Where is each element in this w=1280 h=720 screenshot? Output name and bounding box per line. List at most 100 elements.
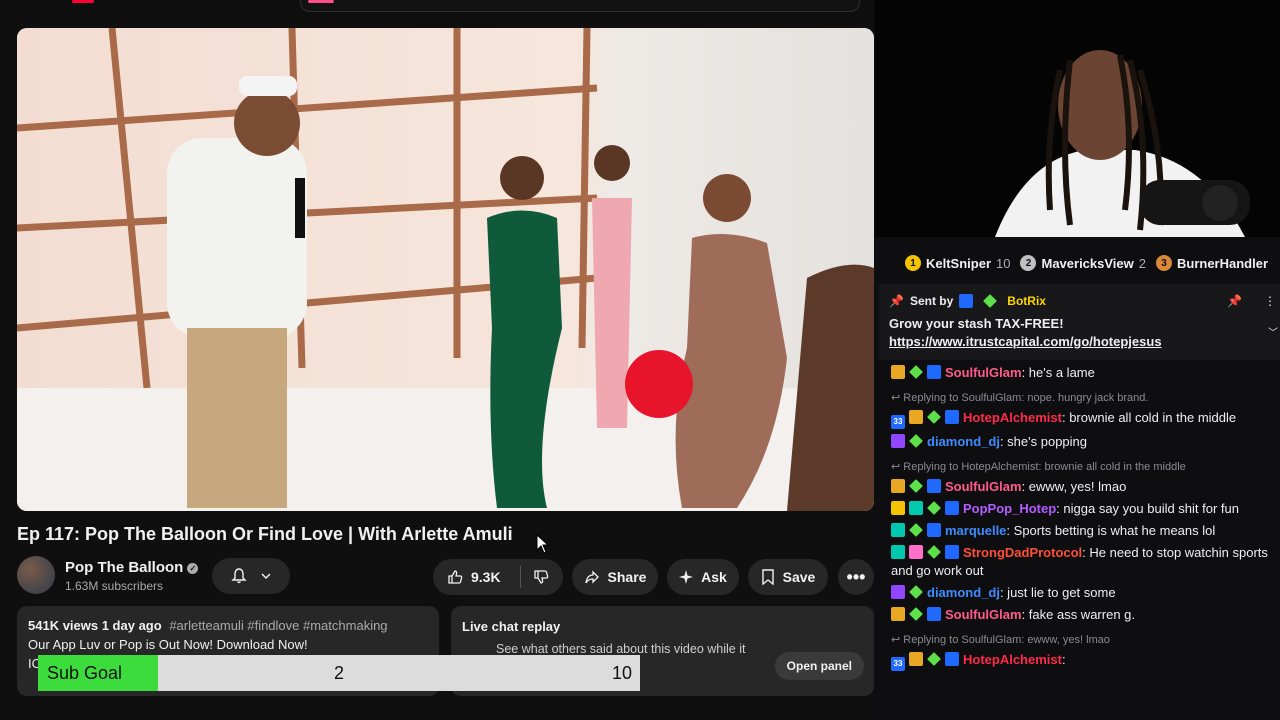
more-icon: ••• — [846, 566, 866, 587]
dislike-button[interactable] — [521, 569, 549, 585]
moderator-badge-icon — [945, 545, 959, 559]
expand-chevron-icon[interactable]: ﹀ — [1268, 324, 1278, 339]
chat-text: : fake ass warren g. — [1021, 607, 1136, 622]
chat-username[interactable]: StrongDadProtocol — [963, 545, 1082, 560]
chat-message: diamond_dj: she's popping — [875, 433, 1280, 451]
pinned-message[interactable]: 📌 Sent by BotRix Grow your stash TAX-FRE… — [879, 284, 1280, 360]
description-line: Our App Luv or Pop is Out Now! Download … — [28, 637, 308, 652]
chat-message: 33 HotepAlchemist: — [875, 651, 1280, 671]
chat-username[interactable]: SoulfulGlam — [945, 607, 1022, 622]
verified-badge-icon — [927, 652, 941, 666]
chat-reply-context: ↩ Replying to SoulfulGlam: nope. hungry … — [891, 392, 1149, 404]
leaderboard-name: KeltSniper — [926, 255, 992, 271]
search-accent — [308, 0, 334, 3]
leaderboard-count: 10 — [996, 255, 1011, 271]
notification-bell-button[interactable] — [212, 558, 290, 594]
chat-message: StrongDadProtocol: He need to stop watch… — [875, 544, 1280, 580]
verified-badge-icon — [927, 545, 941, 559]
video-player[interactable] — [17, 28, 874, 511]
chat-username[interactable]: SoulfulGlam — [945, 479, 1022, 494]
sub-months-badge-icon: 33 — [891, 415, 905, 429]
pinned-sender: 📌 Sent by BotRix — [889, 294, 1270, 308]
subscriber-badge-icon — [891, 434, 905, 448]
channel-name[interactable]: Pop The Balloon ✓ — [65, 559, 199, 576]
chat-message: diamond_dj: just lie to get some — [875, 584, 1280, 602]
save-button[interactable]: Save — [748, 559, 828, 595]
more-actions-button[interactable]: ••• — [838, 559, 874, 595]
chat-username[interactable]: marquelle — [945, 523, 1006, 538]
verified-badge-icon — [909, 607, 923, 621]
chat-text: : brownie all cold in the middle — [1061, 410, 1237, 425]
chat-username[interactable]: HotepAlchemist — [963, 410, 1062, 425]
chat-message-list: SoulfulGlam: he's a lame ↩ Replying to So… — [875, 360, 1280, 671]
chat-message: SoulfulGlam: he's a lame — [875, 364, 1280, 382]
chat-username[interactable]: PopPop_Hotep — [963, 501, 1056, 516]
chat-message: 33 HotepAlchemist: brownie all cold in th… — [875, 409, 1280, 429]
thumbs-down-icon — [534, 570, 549, 584]
leaderboard-entry: 2 MavericksView 2 — [1020, 255, 1146, 271]
leaderboard-entry: 3 BurnerHandler — [1156, 255, 1268, 271]
thumbs-up-icon — [448, 570, 463, 584]
youtube-page: Ep 117: Pop The Balloon Or Find Love | W… — [0, 0, 875, 720]
video-title: Ep 117: Pop The Balloon Or Find Love | W… — [17, 524, 513, 544]
webcam-frame — [875, 0, 1280, 237]
chat-reply-context: ↩ Replying to HotepAlchemist: brownie al… — [891, 461, 1186, 473]
unpin-icon[interactable]: 📌 — [1227, 294, 1242, 308]
pinned-more-icon[interactable]: ⋮ — [1264, 294, 1276, 308]
sub-goal-widget: Sub Goal 2 10 — [38, 655, 640, 691]
bot-name: BotRix — [1007, 294, 1046, 308]
chat-username[interactable]: diamond_dj — [927, 434, 1000, 449]
rank-badge-icon: 2 — [1020, 255, 1037, 271]
chat-text: : Sports betting is what he means lol — [1006, 523, 1216, 538]
verified-bot-icon — [983, 294, 998, 308]
chat-text: : just lie to get some — [999, 585, 1116, 600]
moderator-badge-icon — [927, 479, 941, 493]
verified-badge-icon — [909, 523, 923, 537]
open-panel-button[interactable]: Open panel — [774, 652, 864, 680]
ask-button[interactable]: Ask — [667, 559, 739, 595]
chat-text: : nigga say you build shit for fun — [1056, 501, 1240, 516]
red-balloon — [625, 350, 693, 418]
moderator-badge-icon — [927, 607, 941, 621]
chat-username[interactable]: SoulfulGlam — [945, 365, 1022, 380]
verified-icon: ✓ — [187, 563, 199, 574]
crown-badge-icon — [891, 501, 905, 515]
gifter-badge-icon — [909, 545, 923, 559]
chat-text: : ewww, yes! lmao — [1021, 479, 1127, 494]
streamer-webcam — [875, 0, 1280, 237]
rank-badge-icon: 3 — [1156, 255, 1172, 271]
like-button[interactable]: 9.3K — [433, 566, 521, 588]
mod-badge-icon — [959, 294, 974, 308]
verified-badge-icon — [909, 434, 923, 448]
chat-username[interactable]: diamond_dj — [927, 585, 1000, 600]
pin-icon: 📌 — [889, 294, 904, 308]
channel-name-text[interactable]: Pop The Balloon — [65, 559, 183, 576]
moderator-badge-icon — [927, 365, 941, 379]
youtube-logo-sliver[interactable] — [72, 0, 94, 3]
channel-avatar[interactable] — [17, 556, 55, 594]
moderator-badge-icon — [945, 652, 959, 666]
gift-badge-icon — [909, 410, 923, 424]
gift-badge-icon — [891, 365, 905, 379]
verified-badge-icon — [909, 479, 923, 493]
verified-badge-icon — [927, 410, 941, 424]
mouse-cursor-icon — [536, 534, 550, 554]
share-label: Share — [607, 569, 647, 585]
leaderboard-name: BurnerHandler — [1177, 255, 1269, 271]
verified-badge-icon — [909, 585, 923, 599]
hashtags[interactable]: #arletteamuli #findlove #matchmaking — [169, 618, 387, 633]
gift-badge-icon — [891, 479, 905, 493]
chat-text: : she's popping — [999, 434, 1087, 449]
share-button[interactable]: Share — [572, 559, 658, 595]
gift-sub-badge-icon — [891, 523, 905, 537]
rank-badge-icon: 1 — [905, 255, 921, 271]
save-label: Save — [782, 569, 816, 585]
chat-reply-context: ↩ Replying to SoulfulGlam: ewww, yes! lm… — [891, 634, 1110, 646]
search-bar[interactable] — [300, 0, 860, 12]
moderator-badge-icon — [927, 523, 941, 537]
subscriber-count: 1.63M subscribers — [65, 579, 164, 593]
like-dislike-group: 9.3K — [433, 559, 563, 595]
chat-username[interactable]: HotepAlchemist — [963, 652, 1062, 667]
pinned-link[interactable]: https://www.itrustcapital.com/go/hotepje… — [889, 334, 1270, 349]
leaderboard-entry: 1 KeltSniper 10 — [905, 255, 1010, 271]
